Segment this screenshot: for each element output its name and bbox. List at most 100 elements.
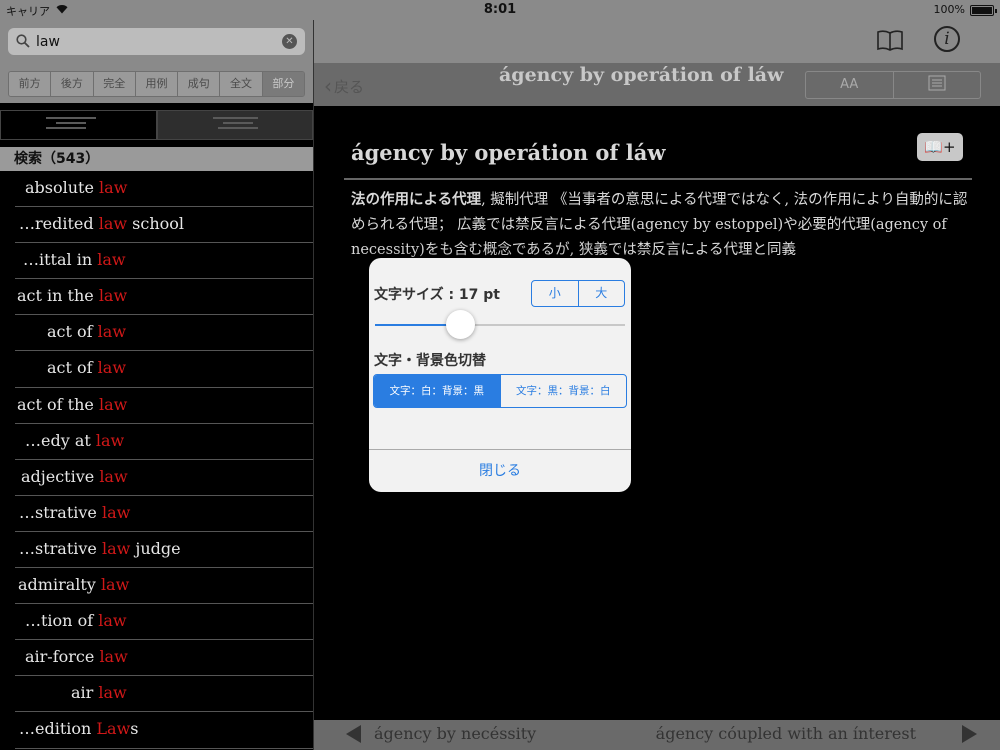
mode-partial[interactable]: 部分 — [262, 72, 304, 96]
result-row[interactable]: admiralty law — [15, 568, 313, 605]
mode-example[interactable]: 用例 — [135, 72, 179, 96]
white-on-black-option[interactable]: 文字：白：背景：黒 — [374, 375, 501, 407]
result-row-text: adjective law — [21, 467, 128, 486]
result-prefix: air-force — [25, 647, 100, 667]
result-match: Law — [96, 719, 131, 739]
result-row[interactable]: air law — [15, 676, 313, 713]
previous-entry-link[interactable]: ágency by necéssity — [374, 724, 536, 743]
result-match: law — [97, 358, 127, 378]
result-row[interactable]: absolute law — [15, 171, 313, 208]
detail-view-icon — [203, 117, 263, 135]
clear-search-icon[interactable]: ✕ — [282, 34, 297, 49]
search-box[interactable]: ✕ — [8, 28, 305, 55]
result-prefix: absolute — [25, 178, 100, 197]
result-prefix: act in the — [17, 286, 99, 306]
info-icon[interactable]: i — [934, 26, 960, 52]
result-row[interactable]: adjective law — [15, 460, 313, 496]
slider-knob[interactable] — [446, 310, 475, 339]
result-row-text: act of the law — [17, 395, 127, 414]
result-row[interactable]: act of law — [15, 351, 313, 388]
result-row[interactable]: …ittal in law — [15, 243, 313, 280]
layout-button[interactable] — [894, 72, 981, 98]
next-arrow-icon[interactable] — [962, 725, 977, 743]
entry-term: 法の作用による代理 — [351, 192, 482, 208]
font-size-slider[interactable] — [375, 310, 625, 339]
list-view-toggle[interactable] — [0, 110, 157, 140]
result-row[interactable]: …tion of law — [15, 604, 313, 641]
result-row[interactable]: …strative law judge — [15, 532, 313, 569]
search-bar: ✕ — [0, 20, 313, 63]
view-tools: AA — [805, 71, 981, 99]
result-match: law — [99, 178, 128, 197]
close-button[interactable]: 閉じる — [369, 450, 631, 492]
result-prefix: …ittal in — [23, 250, 98, 270]
result-prefix: …strative — [19, 502, 102, 522]
search-panel: ✕ 前方 後方 完全 用例 成句 全文 部分 検索（543） absolute … — [0, 20, 313, 750]
back-label: 戻る — [334, 78, 365, 96]
result-row-text: …redited law school — [19, 214, 184, 233]
result-row[interactable]: …strative law — [15, 496, 313, 532]
nav-bar: ‹ 戻る ágency by operátion of láw AA — [314, 63, 1000, 106]
add-bookmark-button[interactable]: 📖+ — [917, 133, 963, 161]
result-match: law — [101, 502, 131, 522]
result-prefix: act of — [47, 358, 98, 378]
result-match: law — [98, 394, 128, 414]
result-row-text: air-force law — [25, 647, 128, 666]
font-size-button[interactable]: AA — [806, 72, 894, 98]
result-match: law — [98, 683, 127, 703]
results-count-header: 検索（543） — [0, 147, 313, 171]
result-row[interactable]: act of the law — [15, 388, 313, 424]
entry-title: ágency by operátion of láw — [351, 140, 666, 165]
font-size-label: 文字サイズ : 17 pt — [374, 287, 500, 303]
result-row[interactable]: …edy at law — [15, 424, 313, 460]
result-match: law — [98, 214, 128, 234]
search-icon — [16, 34, 30, 48]
result-match: law — [99, 466, 128, 486]
result-row[interactable]: act in the law — [15, 279, 313, 316]
result-suffix: s — [130, 719, 139, 739]
result-match: law — [97, 322, 127, 342]
font-smaller-button[interactable]: 小 — [532, 281, 579, 306]
result-row-text: admiralty law — [18, 575, 129, 594]
result-row-text: …edition Laws — [19, 719, 138, 738]
result-row[interactable]: …redited law school — [15, 207, 313, 244]
next-entry-link[interactable]: ágency cóupled with an ínterest — [656, 724, 916, 743]
mode-fulltext[interactable]: 全文 — [220, 72, 263, 96]
result-match: law — [101, 538, 131, 558]
battery-percentage: 100% — [933, 3, 965, 16]
results-list: absolute law …redited law school …ittal in… — [0, 171, 313, 749]
result-row[interactable]: …edition Laws — [15, 712, 313, 749]
clock: 8:01 — [483, 2, 517, 17]
detail-view-toggle[interactable] — [156, 110, 313, 140]
search-mode-segments: 前方 後方 完全 用例 成句 全文 部分 — [8, 71, 305, 97]
search-input[interactable] — [36, 31, 276, 52]
result-prefix: …edy at — [25, 430, 96, 450]
back-button[interactable]: ‹ 戻る — [324, 74, 364, 98]
font-larger-button[interactable]: 大 — [579, 281, 625, 306]
mode-forward[interactable]: 前方 — [9, 72, 52, 96]
previous-arrow-icon[interactable] — [346, 725, 361, 743]
result-row-text: act of law — [47, 322, 126, 341]
result-row-text: absolute law — [25, 178, 127, 197]
list-view-icon — [46, 117, 106, 135]
book-icon[interactable] — [877, 29, 903, 51]
result-prefix: admiralty — [18, 575, 101, 595]
result-prefix: air — [71, 683, 99, 703]
result-row[interactable]: air-force law — [15, 640, 313, 677]
result-row-text: …strative law — [19, 503, 130, 522]
result-match: law — [100, 575, 130, 595]
mode-backward[interactable]: 後方 — [51, 72, 94, 96]
result-match: law — [98, 611, 127, 631]
result-match: law — [97, 250, 126, 270]
mode-exact[interactable]: 完全 — [93, 72, 136, 96]
result-row[interactable]: act of law — [15, 315, 313, 352]
search-mode-bar: 前方 後方 完全 用例 成句 全文 部分 — [0, 63, 313, 103]
mode-phrase[interactable]: 成句 — [178, 72, 221, 96]
result-row-text: …edy at law — [25, 431, 124, 450]
title-divider — [344, 178, 972, 180]
result-prefix: adjective — [21, 466, 100, 486]
color-switch-label: 文字・背景色切替 — [374, 353, 486, 369]
result-prefix: …tion of — [25, 611, 99, 631]
black-on-white-option[interactable]: 文字：黒：背景：白 — [501, 375, 627, 407]
result-match: law — [95, 430, 125, 450]
